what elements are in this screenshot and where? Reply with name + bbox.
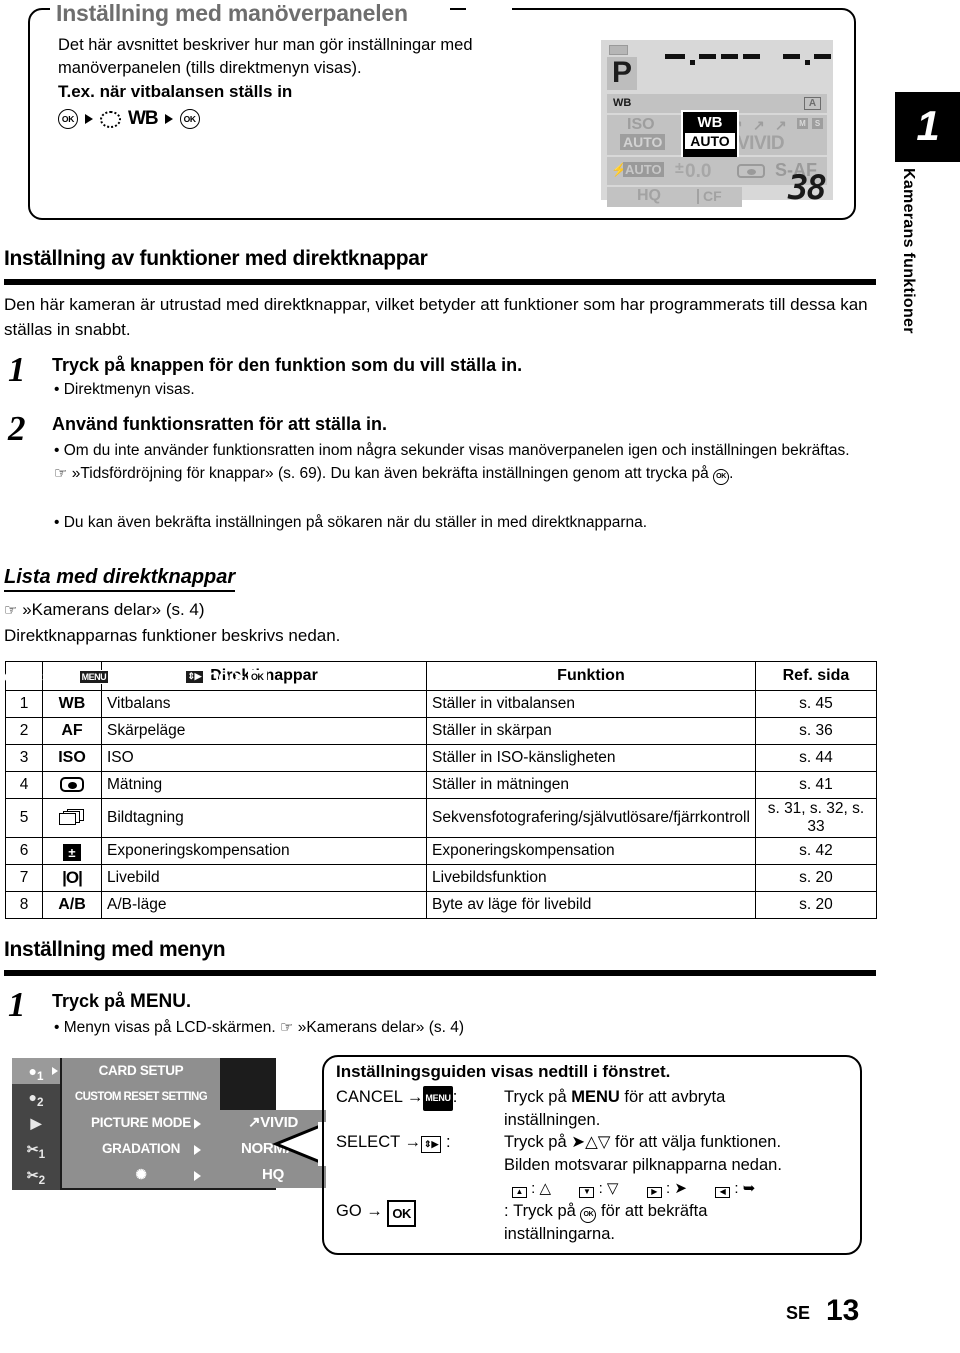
glyph-down-icon: ▽: [606, 1180, 619, 1197]
guide-go-label: GO: [208, 668, 229, 685]
callout-arrow-icon-2: →: [404, 1133, 421, 1151]
callout-cancel-text: Tryck på MENU för att avbryta: [504, 1088, 726, 1106]
manual-page: Inställning med manöverpanelen Det här a…: [0, 0, 960, 1353]
arrow-glyph-right-icon: ➤: [571, 1133, 586, 1151]
ok-key-icon: OK: [387, 1200, 416, 1227]
guide-select-label: SELECT: [113, 668, 166, 685]
menu-key-icon: MENU: [423, 1086, 453, 1111]
key-up-icon: ▲: [512, 1187, 527, 1198]
callout-go-text-2: inställningarna.: [504, 1225, 615, 1243]
ok-button-icon-4: OK: [580, 1206, 597, 1223]
guide-cancel-label: CANCEL: [4, 668, 60, 685]
callout-arrow-icon-1: →: [406, 1088, 424, 1106]
callout-select-text: Tryck på ➤△▽ för att välja funktionen.: [504, 1133, 782, 1151]
callout-select-key: SELECT → ⇕▶ :: [336, 1133, 451, 1153]
glyph-left-icon: ➥: [742, 1180, 756, 1197]
callout-tail: [272, 1122, 330, 1166]
glyph-up-icon: △: [539, 1180, 552, 1197]
callout-select-text-2: Bilden motsvarar pilknapparna nedan.: [504, 1156, 782, 1174]
guide-menu-key-icon: MENU: [78, 669, 110, 684]
guide-pad-key-icon: ⇕▶: [184, 669, 205, 684]
key-left-icon: ◀: [715, 1187, 731, 1198]
arrow-glyph-up-icon: △: [585, 1133, 598, 1151]
arrow-glyph-down-icon: ▽: [597, 1133, 611, 1151]
glyph-right-icon: ➤: [674, 1180, 687, 1197]
callout-cancel-key: CANCEL → MENU:: [336, 1086, 457, 1111]
callout-arrow-key-map: ▲ : △ ▼ : ▽ ▶ : ➤ ◀ : ➥: [512, 1177, 755, 1200]
callout-arrow-icon-3: →: [366, 1202, 383, 1220]
arrow-pad-icon: ⇕▶: [420, 1136, 442, 1153]
guide-arrow-icon-2: ➤: [169, 668, 181, 684]
callout-go-text: : Tryck på OK för att bekräfta: [504, 1200, 707, 1223]
callout-title: Inställningsguiden visas nedtill i fönst…: [336, 1062, 671, 1081]
key-down-icon: ▼: [579, 1187, 595, 1198]
callout-cancel-text-2: inställningen.: [504, 1111, 601, 1129]
callout-go-key: GO → OK: [336, 1200, 416, 1227]
key-right-icon: ▶: [646, 1187, 662, 1198]
guide-ok-key-icon: OK: [248, 669, 267, 684]
guide-arrow-icon-1: ➤: [63, 668, 75, 684]
footer-locale: SE: [786, 1303, 811, 1323]
guide-arrow-icon-3: ➤: [232, 668, 245, 684]
footer-page-number: 13: [826, 1294, 860, 1327]
